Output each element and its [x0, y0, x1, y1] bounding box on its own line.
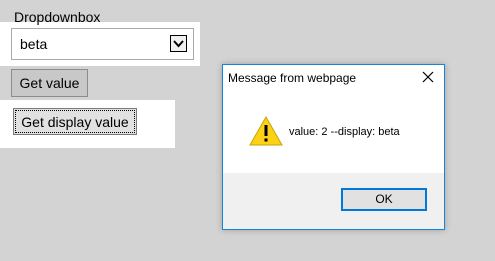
dialog-footer: OK [223, 173, 444, 229]
chevron-down-icon[interactable] [170, 35, 187, 52]
dropdown-select[interactable]: beta [11, 28, 194, 60]
dialog-title: Message from webpage [228, 71, 357, 85]
dialog-titlebar[interactable]: Message from webpage [223, 65, 444, 91]
dialog-body: value: 2 --display: beta [223, 91, 444, 173]
dialog-message: value: 2 --display: beta [289, 126, 400, 138]
ok-button[interactable]: OK [341, 188, 427, 211]
dropdown-label: Dropdownbox [14, 9, 101, 25]
warning-icon [249, 115, 283, 147]
get-display-value-button[interactable]: Get display value [13, 108, 137, 135]
dropdown-selected-value: beta [20, 36, 48, 52]
get-value-button[interactable]: Get value [11, 69, 88, 97]
close-icon[interactable] [421, 70, 435, 84]
message-dialog: Message from webpage value: 2 --display:… [222, 64, 445, 230]
